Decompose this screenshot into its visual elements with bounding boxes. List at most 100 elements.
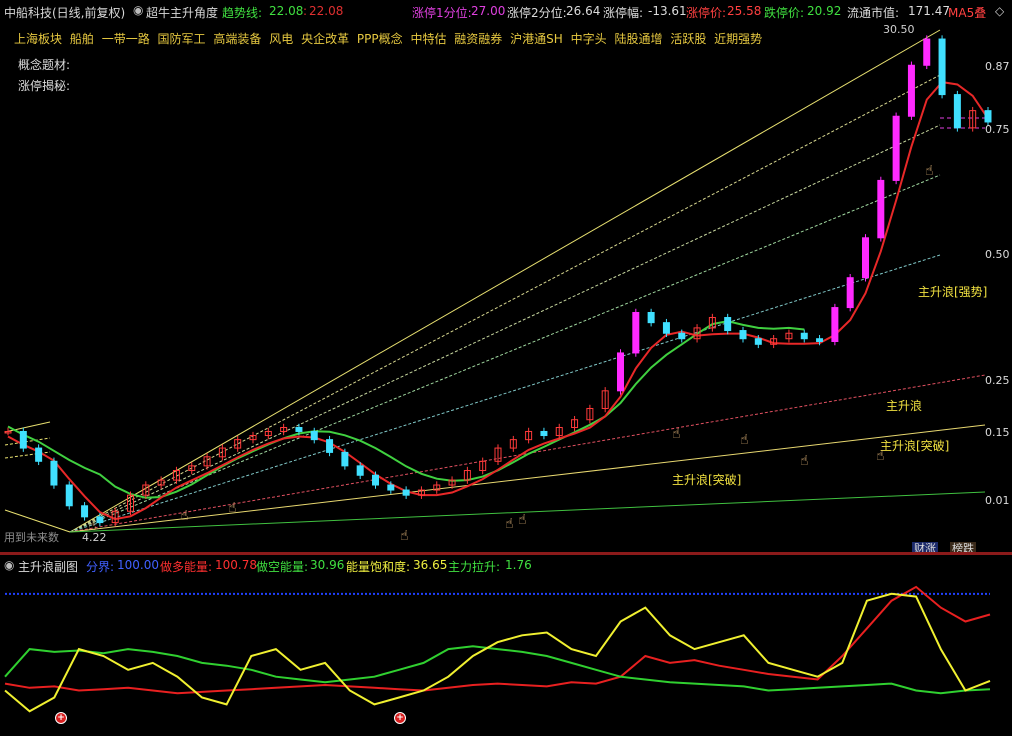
panel-divider[interactable] — [0, 552, 1012, 555]
div-label: 分界: — [86, 560, 115, 574]
down-value: 20.92 — [807, 4, 842, 18]
candle-body — [907, 64, 915, 117]
y-tick: 0.75 — [985, 123, 1010, 136]
y-tick: 0.01 — [985, 494, 1010, 507]
y-tick: 0.50 — [985, 248, 1010, 261]
bull-energy-line — [4, 585, 991, 695]
bull-value: 100.78 — [215, 558, 257, 572]
wave-label: 主升浪 — [886, 398, 922, 413]
indicator-title[interactable]: 超牛主升角度 — [146, 4, 218, 21]
hand-icon: ☝ — [88, 518, 97, 534]
settings-diamond-icon[interactable]: ◇ — [995, 4, 1004, 18]
hand-icon: ☝ — [672, 426, 681, 442]
candle-body — [540, 430, 548, 437]
sub-chart[interactable] — [0, 576, 1012, 736]
stock-title[interactable]: 中船科技(日线,前复权) — [4, 4, 125, 21]
candle-body — [35, 447, 43, 462]
hand-icon: ☝ — [228, 500, 237, 516]
header-bar: 中船科技(日线,前复权) ◉ 超牛主升角度 趋势线: 22.08 : 22.08… — [0, 0, 1012, 22]
candle-body — [96, 516, 104, 524]
pull-value: 1.76 — [505, 558, 532, 572]
candle-body — [65, 484, 73, 507]
candle-body — [81, 505, 89, 518]
sub-header: ◉ 主升浪副图 分界: 100.00 做多能量: 100.78 做空能量: 30… — [0, 557, 1012, 575]
pull-label: 主力拉升: — [448, 560, 501, 574]
hand-icon: ☝ — [505, 516, 514, 532]
ma-label[interactable]: MA5叠 — [948, 4, 986, 21]
hand-icon: ☝ — [740, 432, 749, 448]
hand-icon: ☝ — [180, 508, 189, 524]
limit1-label: 涨停1分位: — [412, 6, 472, 20]
trend-label: 趋势线: — [222, 6, 263, 20]
candlesticks — [4, 35, 992, 527]
hand-icon: ☝ — [876, 448, 885, 464]
up-value: 25.58 — [727, 4, 762, 18]
candle-body — [402, 489, 410, 496]
bull-label: 做多能量: — [160, 560, 213, 574]
trend-sep: : — [303, 4, 308, 18]
candle-body — [877, 179, 885, 239]
y-tick: 0.15 — [985, 426, 1010, 439]
bear-value: 30.96 — [310, 558, 345, 572]
mcap-label: 流通市值: — [847, 6, 900, 20]
candle-body — [341, 451, 349, 467]
candle-body — [387, 484, 395, 491]
amp-label: 涨停幅: — [603, 6, 644, 20]
candle-body — [739, 330, 747, 340]
candle-body — [356, 465, 364, 476]
buy-signal-icon: + — [55, 712, 67, 724]
candle-body — [892, 115, 900, 181]
down-label: 跌停价: — [764, 6, 805, 20]
candle-body — [923, 38, 931, 66]
wave-strong: 主升浪[强势] — [918, 284, 987, 299]
candle-body — [984, 110, 992, 123]
limit2-label: 涨停2分位: — [507, 6, 567, 20]
hand-icon: ☝ — [800, 453, 809, 469]
candle-body — [617, 352, 624, 392]
hand-icon: ☝ — [518, 512, 527, 528]
candle-body — [310, 430, 318, 441]
candle-body — [754, 338, 762, 345]
limit2-value: 26.64 — [566, 4, 601, 18]
candle-body — [846, 277, 854, 309]
trend-value-1: 22.08 — [269, 4, 304, 18]
bear-label: 做空能量: — [256, 560, 309, 574]
candle-body — [647, 311, 655, 324]
main-chart[interactable]: 主升浪[突破] 主升浪 主升浪[突破] 主升浪[强势] 30.50 4.22 用… — [0, 20, 1012, 550]
future-label: 用到未来数 — [4, 531, 59, 544]
candle-body — [800, 332, 808, 340]
div-value: 100.00 — [117, 558, 159, 572]
candle-body — [938, 38, 946, 96]
limit1-value: 27.00 — [471, 4, 506, 18]
buy-signal-icon: + — [394, 712, 406, 724]
y-tick: 0.87 — [985, 60, 1010, 73]
sat-value: 36.65 — [413, 558, 448, 572]
hand-pointer-icons: ☝ ☝ ☝ ☝ ☝ ☝ ☝ ☝ ☝ ☝ ☝ — [88, 163, 934, 544]
candle-body — [662, 322, 670, 334]
candle-body — [326, 439, 334, 453]
y-tick: 0.25 — [985, 374, 1010, 387]
candle-body — [831, 307, 839, 342]
sub-collapse-icon[interactable]: ◉ — [4, 558, 14, 572]
candle-body — [816, 338, 824, 342]
mcap-value: 171.47 — [908, 4, 950, 18]
ma-green-line — [7, 320, 805, 499]
amp-value: -13.61 — [648, 4, 687, 18]
sub-title[interactable]: 主升浪副图 — [18, 558, 78, 575]
collapse-icon[interactable]: ◉ — [133, 3, 143, 17]
candle-body — [632, 311, 640, 354]
candle-body — [724, 317, 732, 332]
candle-body — [953, 94, 961, 129]
peak-price: 30.50 — [883, 23, 915, 36]
bear-energy-line — [4, 645, 991, 695]
wave-break-1: 主升浪[突破] — [672, 472, 741, 487]
candle-body — [50, 460, 58, 486]
candle-body — [19, 430, 27, 449]
candle-body — [295, 426, 303, 432]
hand-icon: ☝ — [925, 163, 934, 179]
trend-value-2: 22.08 — [309, 4, 344, 18]
candle-body — [678, 332, 686, 340]
hand-icon: ☝ — [400, 528, 409, 544]
candle-body — [372, 474, 379, 486]
wave-break-2: 主升浪[突破] — [880, 438, 949, 453]
